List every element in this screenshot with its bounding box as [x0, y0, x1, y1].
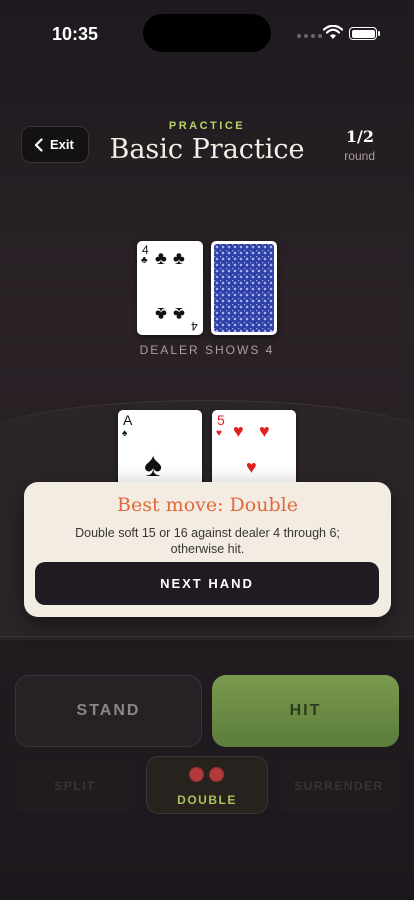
dealer-caption: DEALER SHOWS 4 [139, 343, 275, 357]
round-count: 1/2 [345, 127, 374, 146]
cellular-signal-icon [297, 34, 322, 38]
club-icon: ♣ [141, 255, 148, 266]
spade-icon: ♠ [144, 446, 163, 484]
club-icon: ♣ [155, 304, 167, 324]
card-rank: 5 [217, 412, 225, 428]
heart-icon: ♥ [246, 457, 257, 477]
chips-icon [189, 767, 224, 782]
card-back-pattern [214, 244, 274, 332]
club-icon: ♣ [155, 248, 167, 268]
stand-button[interactable]: STAND [15, 675, 202, 747]
hint-text: Double soft 15 or 16 against dealer 4 th… [75, 526, 340, 557]
heart-icon: ♥ [259, 421, 270, 441]
club-icon: ♣ [173, 304, 185, 324]
heart-icon: ♥ [216, 428, 222, 439]
table-divider [0, 636, 414, 637]
battery-icon [349, 27, 380, 40]
heart-icon: ♥ [233, 421, 244, 441]
split-button[interactable]: SPLIT [15, 758, 135, 814]
round-label: round [344, 149, 375, 163]
dealer-hole-card [211, 241, 277, 335]
next-hand-button[interactable]: NEXT HAND [35, 562, 379, 605]
surrender-button[interactable]: SURRENDER [279, 758, 399, 814]
status-time: 10:35 [52, 24, 99, 44]
hit-button[interactable]: HIT [212, 675, 399, 747]
double-button[interactable]: DOUBLE [146, 756, 268, 814]
dynamic-island [143, 14, 271, 52]
wifi-icon [323, 25, 343, 39]
status-bar: 10:35 [0, 0, 414, 64]
hint-panel: Best move: Double Double soft 15 or 16 a… [24, 482, 391, 617]
dealer-up-card: 4 ♣ ♣ ♣ ♣ ♣ 4 [137, 241, 203, 335]
hint-title: Best move: Double [117, 494, 298, 516]
club-icon: ♣ [173, 248, 185, 268]
card-rank: A [123, 412, 133, 428]
double-label: DOUBLE [177, 793, 237, 807]
spade-icon: ♠ [122, 428, 128, 439]
card-rank: 4 [191, 319, 198, 333]
